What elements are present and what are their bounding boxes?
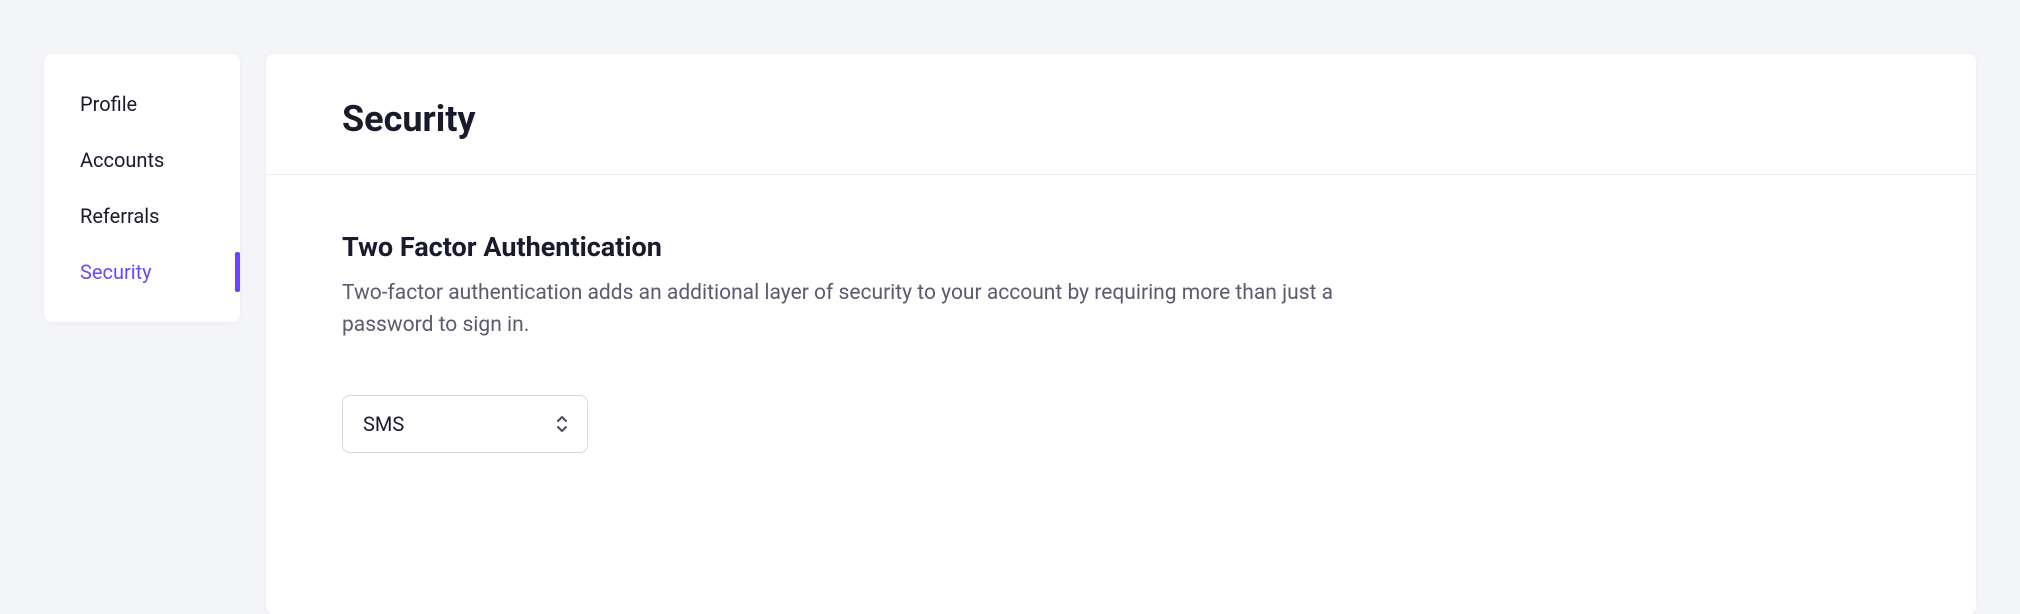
sidebar-item-label: Security [80, 260, 152, 284]
sidebar-item-accounts[interactable]: Accounts [44, 132, 240, 188]
settings-sidebar: Profile Accounts Referrals Security [44, 54, 240, 322]
twofa-method-selected-label: SMS [363, 412, 404, 436]
sidebar-item-label: Referrals [80, 204, 159, 228]
section-description: Two-factor authentication adds an additi… [342, 277, 1382, 341]
main-panel: Security Two Factor Authentication Two-f… [266, 54, 1976, 614]
sidebar-item-label: Profile [80, 92, 137, 116]
sidebar-item-security[interactable]: Security [44, 244, 240, 300]
sidebar-item-referrals[interactable]: Referrals [44, 188, 240, 244]
sidebar-item-label: Accounts [80, 148, 164, 172]
section-title: Two Factor Authentication [342, 231, 1900, 263]
page-header: Security [266, 54, 1976, 175]
page-title: Security [342, 98, 1900, 140]
settings-layout: Profile Accounts Referrals Security Secu… [0, 0, 2020, 614]
twofa-method-select[interactable]: SMS [342, 395, 588, 453]
sidebar-item-profile[interactable]: Profile [44, 76, 240, 132]
twofa-method-select-wrap: SMS [342, 395, 588, 453]
two-factor-section: Two Factor Authentication Two-factor aut… [266, 175, 1976, 493]
